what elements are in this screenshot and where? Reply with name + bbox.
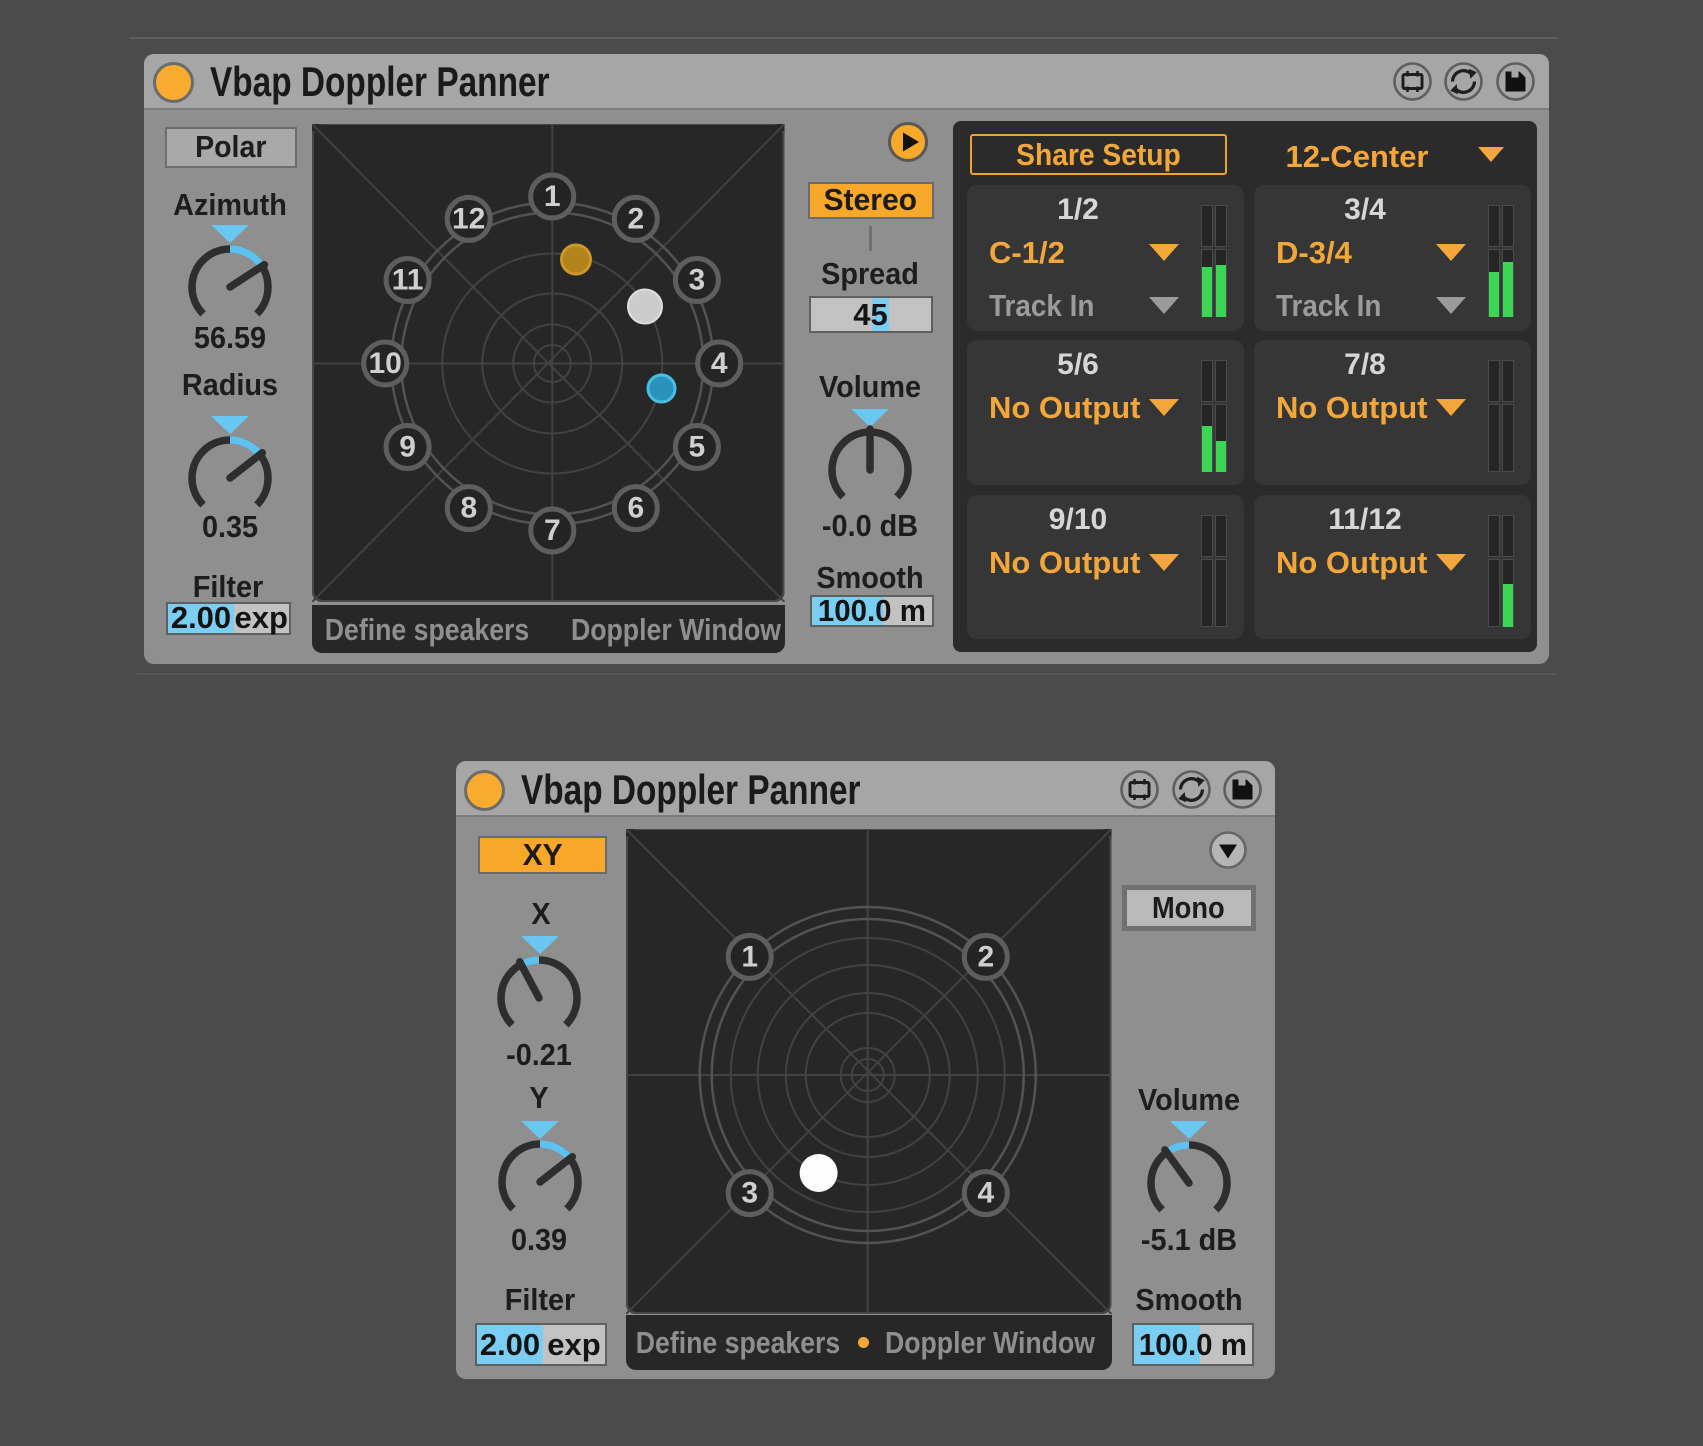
svg-text:6: 6	[627, 491, 644, 524]
svg-text:12: 12	[452, 202, 485, 235]
svg-text:7: 7	[544, 514, 561, 547]
svg-text:11: 11	[392, 263, 424, 296]
svg-text:8: 8	[460, 491, 477, 524]
svg-text:3: 3	[741, 1177, 758, 1210]
svg-text:9: 9	[399, 430, 416, 463]
svg-text:1: 1	[544, 180, 561, 213]
svg-text:10: 10	[369, 347, 402, 380]
svg-text:2: 2	[977, 940, 994, 973]
svg-text:4: 4	[977, 1177, 994, 1210]
svg-text:5: 5	[689, 430, 706, 463]
svg-text:1: 1	[741, 940, 758, 973]
svg-text:2: 2	[627, 202, 644, 235]
